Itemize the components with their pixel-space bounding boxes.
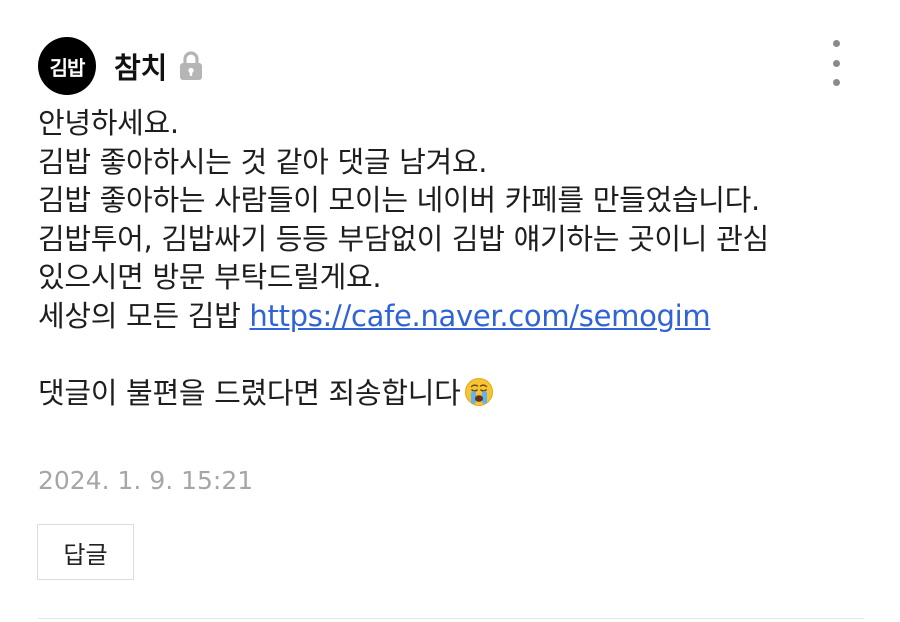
lock-icon <box>177 50 205 82</box>
more-options-button[interactable] <box>823 40 849 86</box>
comment-timestamp: 2024. 1. 9. 15:21 <box>38 466 254 495</box>
more-vertical-icon-dot <box>832 59 840 67</box>
more-vertical-icon-dot <box>832 79 840 86</box>
more-vertical-icon <box>832 40 840 47</box>
avatar-text: 김밥 <box>49 55 86 80</box>
avatar[interactable]: 김밥 <box>38 37 96 95</box>
comment-line: 안녕하세요. <box>38 106 179 140</box>
reply-button[interactable]: 답글 <box>37 524 134 580</box>
comment-header: 김밥 참치 <box>38 37 205 95</box>
comment-item: 김밥 참치 안녕하세요. 김밥 좋아하시는 것 같아 댓글 남겨요. 김밥 좋아… <box>0 0 900 622</box>
crying-face-emoji <box>464 377 494 407</box>
comment-link-line: 세상의 모든 김밥 https://cafe.naver.com/semogim <box>38 297 878 336</box>
comment-line: 김밥 좋아하는 사람들이 모이는 네이버 카페를 만들었습니다. <box>38 183 760 217</box>
comment-line: 있으시면 방문 부탁드릴게요. <box>38 260 382 294</box>
comment-line: 김밥 좋아하시는 것 같아 댓글 남겨요. <box>38 144 488 179</box>
comment-line: 김밥투어, 김밥싸기 등등 부담없이 김밥 얘기하는 곳이니 관심 <box>38 221 769 256</box>
divider <box>38 618 864 619</box>
comment-body: 안녕하세요. 김밥 좋아하시는 것 같아 댓글 남겨요. 김밥 좋아하는 사람들… <box>38 104 878 412</box>
comment-apology-line: 댓글이 불편을 드렸다면 죄송합니다 <box>38 374 878 413</box>
apology-text: 댓글이 불편을 드렸다면 죄송합니다 <box>38 375 461 410</box>
cafe-link[interactable]: https://cafe.naver.com/semogim <box>249 299 710 333</box>
link-prefix: 세상의 모든 김밥 <box>38 298 250 333</box>
author-name[interactable]: 참치 <box>114 45 167 87</box>
